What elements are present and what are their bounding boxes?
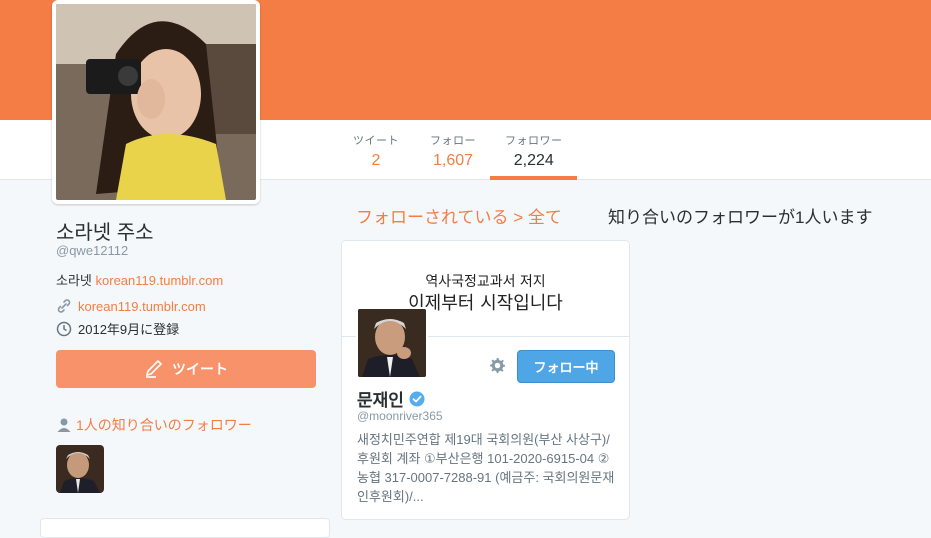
- stat-following-value: 1,607: [432, 152, 474, 169]
- known-follower-avatar[interactable]: [56, 445, 104, 493]
- card-banner-line1: 역사국정교과서 저지: [425, 274, 546, 290]
- link-icon: [57, 299, 71, 313]
- stat-followers-value: 2,224: [513, 152, 554, 169]
- breadcrumb[interactable]: フォローされている > 全て: [356, 203, 562, 228]
- profile-name: 소라넷 주소: [56, 222, 154, 244]
- stat-tweets[interactable]: ツイート 2: [353, 132, 399, 170]
- calendar-clock-icon: [56, 321, 72, 336]
- profile-avatar[interactable]: [52, 0, 260, 204]
- user-icon: [57, 418, 71, 432]
- stat-tweets-value: 2: [371, 152, 381, 169]
- following-button[interactable]: フォロー中: [517, 350, 615, 383]
- profile-handle[interactable]: @qwe12112: [56, 243, 128, 258]
- known-followers-link[interactable]: 1人の知り合いのフォロワー: [56, 415, 252, 435]
- active-tab-indicator: [490, 176, 577, 180]
- verified-badge-icon: [409, 391, 425, 406]
- card-bio: 새정치민주연합 제19대 국회의원(부산 사상구)/ 후원회 계좌 ①부산은행 …: [357, 432, 615, 504]
- tweet-button-label: ツイート: [172, 361, 228, 377]
- profile-website: korean119.tumblr.com: [56, 298, 206, 314]
- profile-bio: 소라넷 korean119.tumblr.com: [56, 270, 223, 289]
- joined-text: 2012年9月に登録: [78, 322, 180, 337]
- card-avatar[interactable]: [356, 307, 428, 379]
- stat-followers-label: フォロワー: [505, 135, 563, 147]
- website-link[interactable]: korean119.tumblr.com: [78, 299, 206, 314]
- bio-link[interactable]: korean119.tumblr.com: [96, 273, 224, 288]
- known-followers-label: 1人の知り合いのフォロワー: [76, 417, 252, 433]
- stat-following-label: フォロー: [430, 135, 476, 147]
- stat-followers[interactable]: フォロワー 2,224: [505, 132, 563, 170]
- card-handle[interactable]: @moonriver365: [357, 409, 443, 423]
- bio-text: 소라넷: [56, 273, 92, 288]
- gear-icon[interactable]: [488, 356, 506, 374]
- compose-icon: [145, 360, 163, 378]
- card-name-row: 문재인: [357, 386, 425, 411]
- user-card[interactable]: 역사국정교과서 저지 이제부터 시작입니다 フォロー中 문재인 @moonriv…: [341, 240, 630, 520]
- left-bottom-card: [40, 518, 330, 538]
- stat-following[interactable]: フォロー 1,607: [430, 132, 476, 170]
- tweet-button[interactable]: ツイート: [56, 350, 316, 388]
- known-followers-info: 知り合いのフォロワーが1人います: [608, 208, 873, 227]
- card-name[interactable]: 문재인: [357, 386, 404, 411]
- stat-tweets-label: ツイート: [353, 135, 399, 147]
- profile-joined: 2012年9月に登録: [56, 319, 179, 338]
